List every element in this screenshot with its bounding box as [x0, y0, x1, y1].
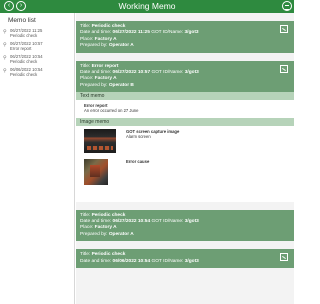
- memo-datetime: 06/27/2022 10:57: [112, 70, 151, 76]
- title-bar: ‹ › Working Memo: [0, 0, 294, 13]
- memo-list-item[interactable]: ⚲ 06/27/2022 10:57 Error report: [0, 40, 74, 53]
- memo-prepared-by: Operator B: [108, 82, 134, 88]
- memo-card[interactable]: Title: Periodic check Date and time: 06/…: [76, 249, 294, 269]
- memo-list-item[interactable]: ⚲ 06/27/2022 11:25 Periodic check: [0, 27, 74, 40]
- memo-list-item[interactable]: ⚲ 06/06/2022 10:54 Periodic check: [0, 66, 74, 79]
- got-id-label: GOT ID/Name:: [150, 219, 185, 225]
- memo-datetime: 06/27/2022 10:54: [112, 219, 151, 225]
- memo-list-item[interactable]: ⚲ 06/27/2022 10:54 Periodic check: [0, 53, 74, 66]
- image-caption: Alarm screen: [126, 133, 151, 139]
- memo-detail-pane: Title: Periodic check Date and time: 06/…: [76, 13, 294, 304]
- title-label: Title:: [80, 24, 92, 29]
- got-id-label: GOT ID/Name:: [149, 30, 185, 36]
- title-label: Title:: [80, 63, 92, 69]
- error-cause-thumbnail[interactable]: [84, 158, 108, 185]
- pin-icon: ⚲: [3, 29, 7, 35]
- memo-card[interactable]: Title: Error report Date and time: 06/27…: [76, 60, 294, 202]
- prepared-label: Prepared by:: [80, 43, 109, 49]
- text-memo-header: Text memo: [76, 92, 294, 101]
- image-memo-text: Error cause: [126, 159, 149, 185]
- pin-icon: ⚲: [3, 42, 7, 48]
- attachment-icon[interactable]: [280, 253, 288, 262]
- memo-list-sidebar: Memo list ⚲ 06/27/2022 11:25 Periodic ch…: [0, 13, 75, 304]
- memo-datetime: 06/27/2022 11:25: [112, 30, 150, 36]
- text-memo-content: An error occurred on 27 June: [84, 108, 139, 114]
- memo-card[interactable]: Title: Periodic check Date and time: 06/…: [76, 21, 294, 53]
- memo-title: Periodic check: [91, 212, 126, 218]
- memo-got-id: 3/got3: [184, 258, 199, 264]
- attachment-icon[interactable]: [280, 25, 288, 33]
- memo-item-title: Periodic check: [10, 33, 38, 38]
- title-label: Title:: [80, 252, 92, 258]
- attachment-icon[interactable]: [280, 64, 288, 73]
- memo-header: Title: Periodic check Date and time: 06/…: [76, 249, 294, 269]
- memo-got-id: 3/got3: [184, 70, 199, 76]
- datetime-label: Date and time:: [80, 258, 113, 264]
- memo-item-title: Periodic check: [10, 72, 38, 77]
- menu-icon[interactable]: [282, 1, 292, 11]
- place-label: Place:: [80, 225, 95, 231]
- memo-place: Factory A: [94, 36, 117, 42]
- memo-title: Error report: [91, 63, 119, 69]
- memo-title: Periodic check: [91, 252, 126, 258]
- place-label: Place:: [80, 76, 95, 82]
- memo-header: Title: Periodic check Date and time: 06/…: [76, 21, 294, 53]
- title-label: Title:: [80, 212, 92, 218]
- pin-icon: ⚲: [3, 55, 7, 61]
- image-memo-text: GOT screen capture image Alarm screen: [126, 129, 179, 153]
- memo-item-title: Error report: [10, 46, 32, 51]
- window-title: Working Memo: [118, 1, 176, 11]
- image-heading: GOT screen capture image: [126, 128, 180, 134]
- memo-datetime: 06/06/2022 10:54: [112, 258, 151, 264]
- memo-item-title: Periodic check: [10, 59, 38, 64]
- got-id-label: GOT ID/Name:: [150, 258, 185, 264]
- datetime-label: Date and time:: [80, 70, 113, 76]
- got-id-label: GOT ID/Name:: [150, 70, 185, 76]
- image-memo-spacer: [76, 187, 294, 202]
- memo-title: Periodic check: [91, 24, 126, 29]
- image-heading: Error cause: [126, 158, 150, 164]
- datetime-label: Date and time:: [80, 219, 113, 225]
- memo-got-id: 3/got3: [184, 219, 199, 225]
- image-memo-item[interactable]: GOT screen capture image Alarm screen: [76, 125, 294, 156]
- pin-icon: ⚲: [3, 68, 7, 74]
- prepared-label: Prepared by:: [80, 231, 109, 237]
- memo-header: Title: Error report Date and time: 06/27…: [76, 60, 294, 93]
- prepared-label: Prepared by:: [80, 82, 109, 88]
- screen-capture-thumbnail[interactable]: [84, 128, 116, 153]
- memo-header: Title: Periodic check Date and time: 06/…: [76, 209, 294, 242]
- image-memo-item[interactable]: Error cause: [76, 155, 294, 188]
- memo-prepared-by: Operator A: [108, 43, 134, 49]
- image-memo-header: Image memo: [76, 117, 294, 126]
- text-memo-body: Error report An error occurred on 27 Jun…: [76, 100, 294, 118]
- place-label: Place:: [80, 36, 95, 42]
- memo-got-id: 3/got3: [184, 30, 199, 36]
- memo-prepared-by: Operator A: [108, 231, 134, 237]
- memo-card[interactable]: Title: Periodic check Date and time: 06/…: [76, 209, 294, 242]
- memo-place: Factory A: [94, 76, 117, 82]
- memo-list-heading: Memo list: [8, 17, 36, 24]
- datetime-label: Date and time:: [80, 30, 113, 36]
- memo-place: Factory A: [94, 225, 117, 231]
